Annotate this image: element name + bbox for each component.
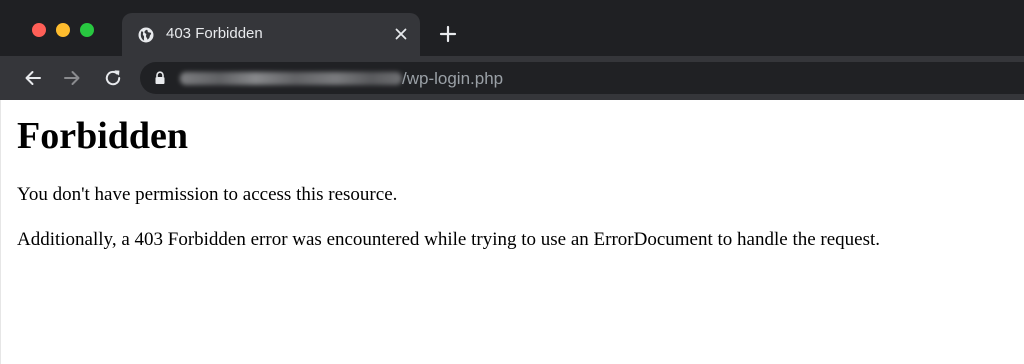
error-detail: Additionally, a 403 Forbidden error was … (17, 229, 881, 250)
zoom-window-button[interactable] (80, 23, 94, 37)
browser-toolbar: /wp-login.php (0, 56, 1024, 100)
url-path: /wp-login.php (402, 69, 504, 88)
globe-icon (138, 27, 154, 43)
tab-title: 403 Forbidden (166, 25, 263, 42)
redacted-domain (180, 72, 402, 85)
browser-window: 403 Forbidden /wp-login.php Forbidden Yo… (0, 0, 1024, 364)
back-arrow-icon[interactable] (22, 67, 44, 89)
page-title: Forbidden (17, 115, 189, 157)
reload-icon[interactable] (102, 67, 124, 89)
forward-arrow-icon[interactable] (61, 67, 83, 89)
new-tab-icon[interactable] (438, 24, 458, 44)
lock-icon[interactable] (154, 71, 166, 85)
minimize-window-button[interactable] (56, 23, 70, 37)
tab-strip: 403 Forbidden (0, 0, 1024, 56)
page-content: Forbidden You don't have permission to a… (0, 100, 1024, 364)
browser-tab[interactable]: 403 Forbidden (122, 13, 420, 56)
address-bar[interactable]: /wp-login.php (140, 62, 1024, 94)
close-tab-icon[interactable] (392, 25, 410, 43)
error-message: You don't have permission to access this… (17, 184, 398, 205)
close-window-button[interactable] (32, 23, 46, 37)
